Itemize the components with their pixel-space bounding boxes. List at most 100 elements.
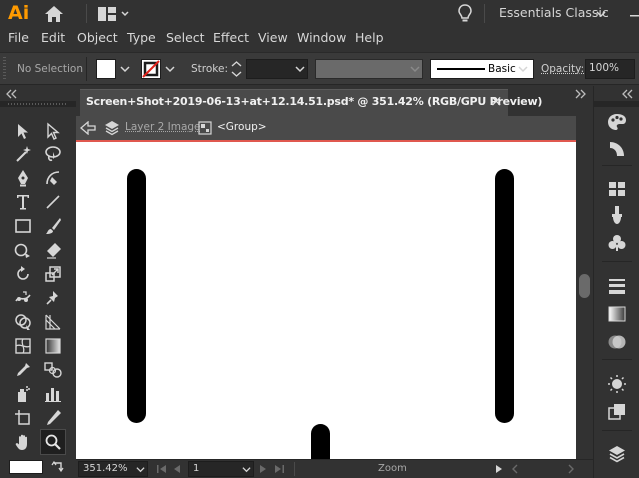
mesh-tool-icon[interactable] xyxy=(11,334,35,358)
fill-swatch[interactable] xyxy=(96,59,116,79)
scroll-left-icon[interactable] xyxy=(510,464,520,474)
column-graph-tool-icon[interactable] xyxy=(41,382,65,406)
opacity-label[interactable]: Opacity: xyxy=(541,63,584,75)
variable-width-profile[interactable] xyxy=(315,59,423,79)
artwork-vertical-bar-right[interactable] xyxy=(495,169,514,423)
grip-handle[interactable] xyxy=(8,103,68,105)
stroke-weight-input[interactable] xyxy=(246,59,308,79)
menu-object[interactable]: Object xyxy=(77,30,118,45)
gradient-panel-icon[interactable] xyxy=(604,302,630,326)
slice-tool-icon[interactable] xyxy=(41,406,65,430)
minimize-icon[interactable] xyxy=(627,4,639,22)
hand-tool-icon[interactable] xyxy=(11,430,35,454)
layers-panel-icon[interactable] xyxy=(604,442,630,466)
workspace-switcher[interactable]: Essentials Classic xyxy=(497,5,615,23)
isolation-mode-bar: Layer 2 Image <Group> xyxy=(76,116,576,140)
opacity-input[interactable]: 100% xyxy=(585,59,635,79)
stroke-chevron-down-icon[interactable] xyxy=(165,64,175,74)
graphic-styles-icon[interactable] xyxy=(604,400,630,424)
back-arrow-icon[interactable] xyxy=(80,121,96,135)
type-tool-icon[interactable] xyxy=(11,190,35,214)
curvature-tool-icon[interactable] xyxy=(41,166,65,190)
color-panel-icon[interactable] xyxy=(604,110,630,134)
lightbulb-icon[interactable] xyxy=(456,3,474,24)
lasso-tool-icon[interactable] xyxy=(41,142,65,166)
stroke-weight-stepper[interactable] xyxy=(229,59,244,79)
menu-type[interactable]: Type xyxy=(127,30,156,45)
zoom-tool-icon[interactable] xyxy=(40,429,66,455)
stroke-panel-icon[interactable] xyxy=(604,274,630,298)
paintbrush-tool-icon[interactable] xyxy=(41,214,65,238)
artwork-vertical-bar-left[interactable] xyxy=(127,169,146,423)
selection-tool-icon[interactable] xyxy=(11,119,35,143)
artboard-number-value: 1 xyxy=(193,463,199,474)
stroke-swatch[interactable] xyxy=(141,59,161,79)
fill-chevron-down-icon[interactable] xyxy=(120,64,130,74)
menu-select[interactable]: Select xyxy=(166,30,205,45)
magic-wand-tool-icon[interactable] xyxy=(11,142,35,166)
chevron-down-icon xyxy=(596,9,606,19)
rectangle-tool-icon[interactable] xyxy=(11,214,35,238)
next-artboard-icon[interactable] xyxy=(258,464,268,474)
swap-fill-stroke-icon[interactable] xyxy=(51,460,65,474)
appearance-icon[interactable] xyxy=(604,372,630,396)
menu-help[interactable]: Help xyxy=(355,30,384,45)
line-segment-tool-icon[interactable] xyxy=(41,190,65,214)
puppet-warp-tool-icon[interactable] xyxy=(11,286,35,310)
collapse-panel-icon[interactable] xyxy=(574,89,586,99)
shape-builder-tool-icon[interactable] xyxy=(11,310,35,334)
chevron-down-icon[interactable] xyxy=(136,465,145,474)
chevron-down-icon xyxy=(410,64,420,74)
menu-window[interactable]: Window xyxy=(297,30,346,45)
pin-tool-icon[interactable] xyxy=(41,286,65,310)
shaper-tool-icon[interactable] xyxy=(11,238,35,262)
chevron-down-icon[interactable] xyxy=(295,64,305,74)
grip-handle[interactable] xyxy=(3,57,6,81)
horizontal-scrollbar[interactable] xyxy=(524,463,564,475)
artboard-canvas[interactable] xyxy=(76,140,576,459)
blend-tool-icon[interactable] xyxy=(41,358,65,382)
scroll-right-icon[interactable] xyxy=(566,464,576,474)
eyedropper-tool-icon[interactable] xyxy=(11,358,35,382)
color-guide-icon[interactable] xyxy=(604,137,630,161)
brushes-icon[interactable] xyxy=(604,203,630,227)
gradient-tool-icon[interactable] xyxy=(41,334,65,358)
selection-status: No Selection xyxy=(17,63,83,75)
menu-edit[interactable]: Edit xyxy=(41,30,65,45)
last-artboard-icon[interactable] xyxy=(273,464,285,474)
artboard-number-field[interactable]: 1 xyxy=(188,461,254,477)
vertical-scrollbar[interactable] xyxy=(576,116,593,459)
menu-file[interactable]: File xyxy=(8,30,29,45)
breadcrumb-layer[interactable]: Layer 2 Image xyxy=(125,121,201,133)
home-icon[interactable] xyxy=(43,4,65,24)
close-tab-icon[interactable]: × xyxy=(490,92,503,110)
symbol-sprayer-tool-icon[interactable] xyxy=(11,382,35,406)
zoom-level-field[interactable]: 351.42% xyxy=(78,461,148,477)
swatches-icon[interactable] xyxy=(604,177,630,201)
menu-effect[interactable]: Effect xyxy=(213,30,249,45)
tools-panel xyxy=(0,86,76,478)
artboard-tool-icon[interactable] xyxy=(11,406,35,430)
fill-color-swatch[interactable] xyxy=(9,460,43,474)
direct-selection-tool-icon[interactable] xyxy=(41,119,65,143)
transparency-icon[interactable] xyxy=(604,330,630,354)
menu-view[interactable]: View xyxy=(258,30,288,45)
chevron-down-icon[interactable] xyxy=(242,465,251,474)
rotate-tool-icon[interactable] xyxy=(11,262,35,286)
pen-tool-icon[interactable] xyxy=(11,166,35,190)
brush-chevron-down-icon[interactable] xyxy=(518,64,528,74)
scrollbar-thumb[interactable] xyxy=(579,274,590,298)
symbols-icon[interactable] xyxy=(604,231,630,255)
first-artboard-icon[interactable] xyxy=(156,464,168,474)
collapse-panel-icon[interactable] xyxy=(6,89,18,99)
previous-artboard-icon[interactable] xyxy=(172,464,182,474)
eraser-tool-icon[interactable] xyxy=(41,238,65,262)
status-menu-icon[interactable] xyxy=(494,464,504,474)
breadcrumb-group[interactable]: <Group> xyxy=(217,121,267,133)
arrange-documents-icon[interactable] xyxy=(98,6,130,22)
collapse-dock-icon[interactable] xyxy=(622,89,634,99)
perspective-grid-tool-icon[interactable] xyxy=(41,310,65,334)
scale-tool-icon[interactable] xyxy=(41,262,65,286)
opacity-value: 100% xyxy=(589,62,619,74)
document-tab[interactable]: Screen+Shot+2019-06-13+at+12.14.51.psd* … xyxy=(80,89,508,116)
